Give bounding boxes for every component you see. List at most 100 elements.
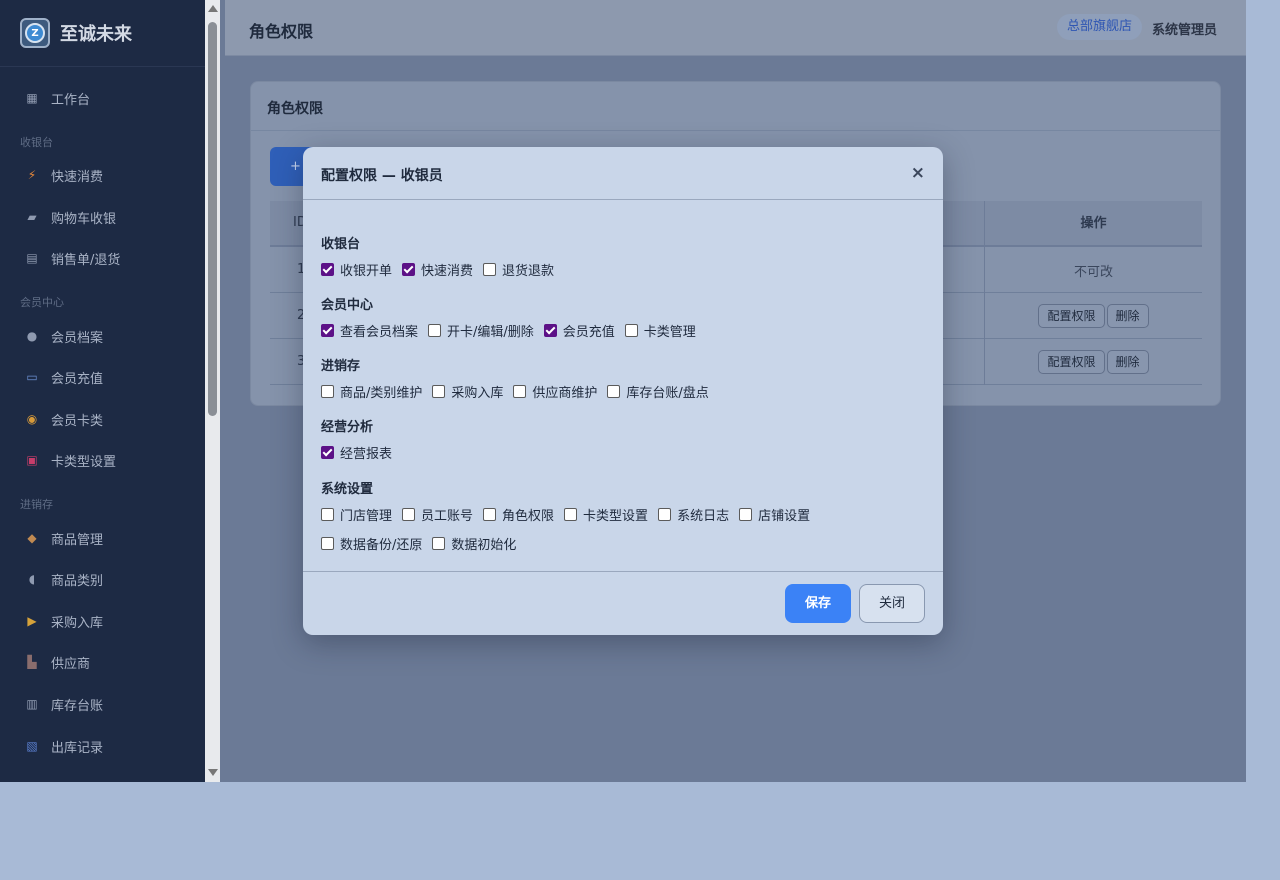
permission-label: 数据初始化 [451, 538, 517, 553]
current-user[interactable]: 系统管理员 [1152, 19, 1217, 38]
sidebar-scrollbar[interactable] [205, 0, 220, 782]
nav-section-title: 收银台 [20, 136, 53, 149]
close-button[interactable]: 关闭 [859, 584, 925, 623]
sidebar-item[interactable]: ▭ 会员充值 [0, 361, 205, 393]
checkbox-unchecked-icon[interactable] [321, 385, 334, 398]
checkbox-unchecked-icon[interactable] [483, 263, 497, 276]
permission-checkbox[interactable]: 开卡/编辑/删除 [428, 321, 534, 340]
checkbox-unchecked-icon[interactable] [739, 508, 753, 521]
config-permission-button[interactable]: 配置权限 [1038, 304, 1105, 328]
checkbox-unchecked-icon[interactable] [513, 385, 527, 398]
permission-checkbox[interactable]: 会员充值 [543, 321, 615, 340]
sidebar-item[interactable]: ▙ 供应商 [0, 646, 205, 678]
permission-label: 开卡/编辑/删除 [447, 325, 534, 340]
checkbox-unchecked-icon[interactable] [483, 508, 497, 521]
checkbox-unchecked-icon[interactable] [624, 324, 638, 337]
permission-label: 商品/类别维护 [340, 386, 423, 401]
permission-checkbox[interactable]: 经营报表 [321, 443, 392, 462]
card-title: 角色权限 [267, 101, 323, 117]
permission-row: 经营报表 [321, 443, 402, 462]
checkbox-unchecked-icon[interactable] [607, 385, 621, 398]
sidebar-item[interactable]: ▶ 采购入库 [0, 605, 205, 637]
checkbox-unchecked-icon[interactable] [432, 537, 446, 550]
permission-checkbox[interactable]: 店铺设置 [739, 505, 810, 524]
permission-checkbox[interactable]: 数据备份/还原 [321, 534, 422, 553]
checkbox-unchecked-icon[interactable] [658, 508, 672, 521]
sidebar-item[interactable]: ▤ 销售单/退货 [0, 242, 205, 274]
permission-row: 数据备份/还原 数据初始化 [321, 534, 526, 553]
permission-checkbox[interactable]: 商品/类别维护 [321, 382, 422, 401]
divider [303, 571, 943, 572]
checkbox-unchecked-icon[interactable] [402, 508, 416, 521]
sidebar-item[interactable]: ◖ 商品类别 [0, 563, 205, 595]
permission-row: 商品/类别维护 采购入库 供应商维护 库存台账/盘点 [321, 382, 719, 401]
medal-icon: ◉ [26, 412, 38, 426]
sidebar-item[interactable]: ▥ 库存台账 [0, 688, 205, 720]
sidebar-item[interactable]: ▧ 出库记录 [0, 730, 205, 762]
checkbox-unchecked-icon[interactable] [428, 324, 442, 337]
permission-label: 门店管理 [340, 509, 393, 524]
sidebar-item-label: 会员卡类 [51, 413, 104, 429]
row-actions: 配置权限 删除 [984, 339, 1202, 385]
permission-label: 数据备份/还原 [340, 538, 423, 553]
cart-icon: ▰ [27, 210, 37, 224]
sidebar-item[interactable]: ▦ 工作台 [0, 82, 205, 114]
checkbox-checked-icon[interactable] [321, 324, 334, 337]
permission-group-title: 会员中心 [321, 298, 374, 313]
sidebar-item-label: 快速消费 [51, 169, 104, 185]
save-button[interactable]: 保存 [785, 584, 851, 623]
delete-button[interactable]: 删除 [1106, 304, 1149, 328]
permission-checkbox[interactable]: 系统日志 [658, 505, 729, 524]
store-badge[interactable]: 总部旗舰店 [1057, 14, 1143, 40]
sidebar-item-label: 卡类型设置 [51, 454, 117, 470]
truck-icon: ▶ [27, 614, 37, 628]
permission-checkbox[interactable]: 卡类型设置 [564, 505, 648, 524]
config-permission-button[interactable]: 配置权限 [1038, 350, 1105, 374]
user-icon: ● [26, 329, 38, 343]
permission-checkbox[interactable]: 员工账号 [402, 505, 473, 524]
permission-checkbox[interactable]: 快速消费 [402, 260, 473, 279]
sidebar-item[interactable]: ▣ 卡类型设置 [0, 444, 205, 476]
checkbox-unchecked-icon[interactable] [321, 537, 334, 550]
divider [303, 199, 943, 200]
checkbox-checked-icon[interactable] [402, 263, 416, 276]
checkbox-checked-icon[interactable] [321, 446, 334, 459]
checkbox-checked-icon[interactable] [321, 263, 334, 276]
scroll-down-icon[interactable] [208, 769, 218, 776]
permission-checkbox[interactable]: 采购入库 [432, 382, 503, 401]
checkbox-unchecked-icon[interactable] [564, 508, 578, 521]
permission-checkbox[interactable]: 门店管理 [321, 505, 392, 524]
sidebar-item[interactable]: ● 会员档案 [0, 320, 205, 352]
op-header: 操作 [984, 201, 1202, 247]
sidebar-item-label: 商品类别 [51, 573, 104, 589]
sidebar-item[interactable]: ▰ 购物车收银 [0, 201, 205, 233]
sidebar-item[interactable]: ◆ 商品管理 [0, 522, 205, 554]
permission-checkbox[interactable]: 卡类管理 [624, 321, 696, 340]
sidebar-item-label: 工作台 [51, 92, 91, 108]
scroll-thumb[interactable] [208, 22, 217, 416]
sidebar-item-label: 供应商 [51, 656, 91, 672]
permission-checkbox[interactable]: 供应商维护 [513, 382, 597, 401]
sidebar-item-label: 会员档案 [51, 330, 104, 346]
ledger-icon: ▥ [26, 697, 38, 711]
permission-checkbox[interactable]: 数据初始化 [432, 534, 516, 553]
sidebar-item[interactable]: ◉ 会员卡类 [0, 403, 205, 435]
permission-checkbox[interactable]: 库存台账/盘点 [607, 382, 709, 401]
permission-checkbox[interactable]: 收银开单 [321, 260, 392, 279]
sidebar-item[interactable]: ⚡ 快速消费 [0, 159, 205, 191]
permission-checkbox[interactable]: 角色权限 [483, 505, 554, 524]
nav-section-title: 进销存 [20, 498, 53, 511]
brand-name: 至诚未来 [60, 24, 132, 45]
close-icon[interactable]: × [911, 163, 925, 183]
scroll-up-icon[interactable] [208, 5, 218, 12]
checkbox-unchecked-icon[interactable] [432, 385, 446, 398]
permission-row: 门店管理 员工账号 角色权限 卡类型设置 系统日志 店铺设置 [321, 505, 820, 524]
permission-checkbox[interactable]: 退货退款 [483, 260, 554, 279]
permission-label: 卡类管理 [643, 325, 696, 340]
permission-label: 库存台账/盘点 [626, 386, 709, 401]
permission-label: 快速消费 [421, 264, 474, 279]
permission-checkbox[interactable]: 查看会员档案 [321, 321, 418, 340]
delete-button[interactable]: 删除 [1106, 350, 1149, 374]
checkbox-checked-icon[interactable] [543, 324, 557, 337]
checkbox-unchecked-icon[interactable] [321, 508, 334, 521]
